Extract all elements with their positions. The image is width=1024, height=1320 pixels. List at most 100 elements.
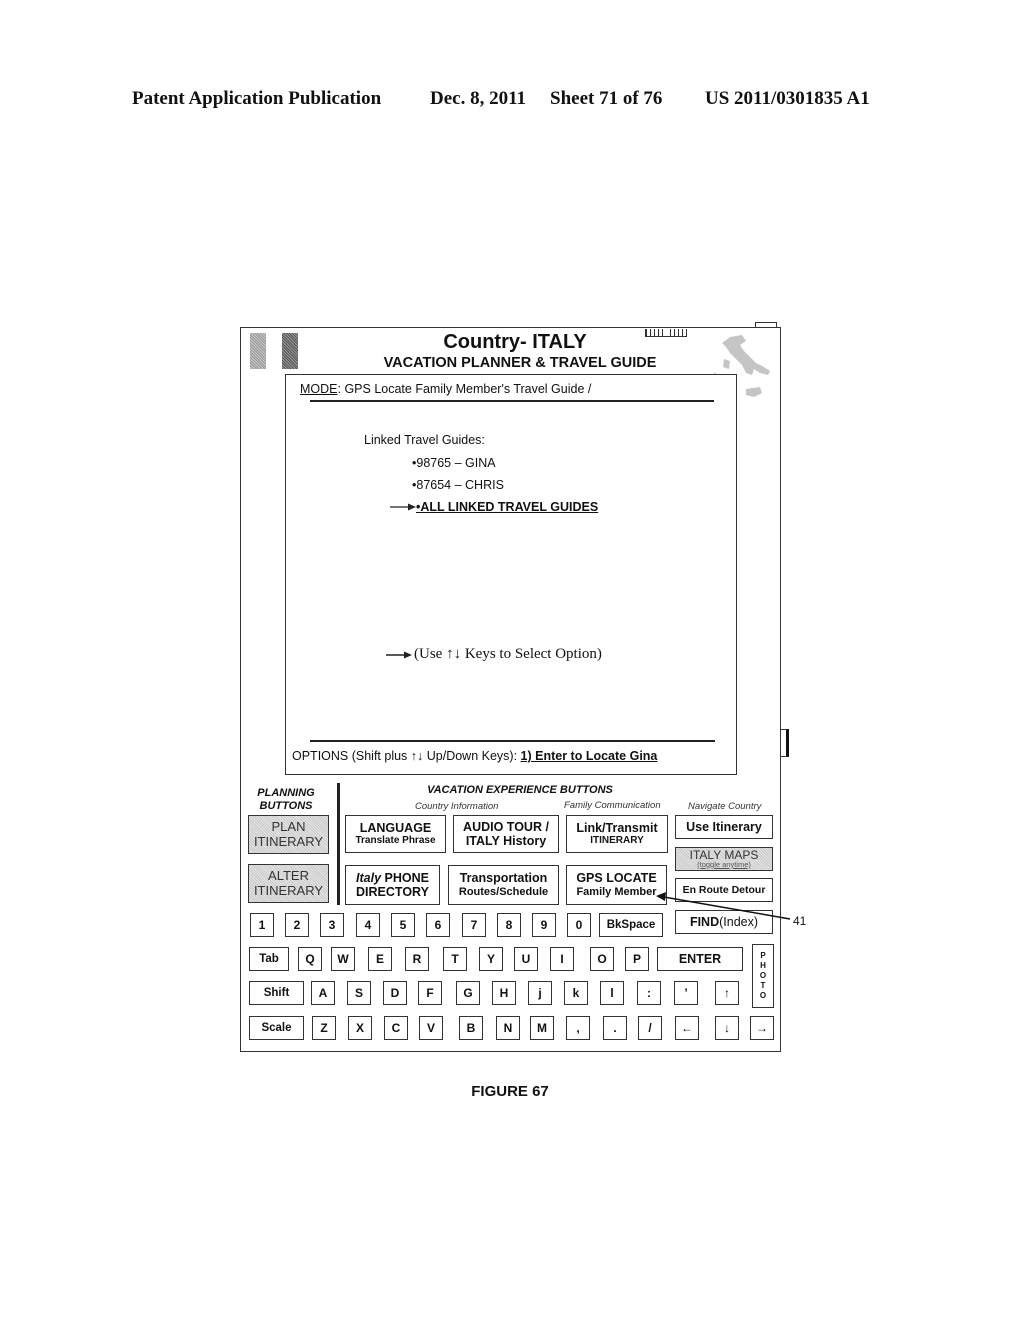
key-slash[interactable]: / <box>638 1016 662 1040</box>
key-s[interactable]: S <box>347 981 371 1005</box>
key-9[interactable]: 9 <box>532 913 556 937</box>
key-apostrophe[interactable]: ’ <box>674 981 698 1005</box>
photo-char: T <box>760 981 766 990</box>
key-6[interactable]: 6 <box>426 913 450 937</box>
key-7[interactable]: 7 <box>462 913 486 937</box>
group-label-family: Family Communication <box>564 800 661 811</box>
key-1[interactable]: 1 <box>250 913 274 937</box>
key-p[interactable]: P <box>625 947 649 971</box>
en-route-detour-button[interactable]: En Route Detour <box>675 878 773 902</box>
key-3[interactable]: 3 <box>320 913 344 937</box>
use-itinerary-button[interactable]: Use Itinerary <box>675 815 773 839</box>
sheet-number: Sheet 71 of 76 <box>550 88 663 109</box>
key-q[interactable]: Q <box>298 947 322 971</box>
selection-arrow-icon <box>390 503 416 511</box>
language-line1: LANGUAGE <box>359 821 432 836</box>
italy-flag-red-stripe <box>282 333 298 369</box>
key-f[interactable]: F <box>418 981 442 1005</box>
alter-itinerary-line2: ITINERARY <box>253 882 324 898</box>
guide-item-gina[interactable]: •98765 – GINA <box>412 456 496 470</box>
device-subtitle: VACATION PLANNER & TRAVEL GUIDE <box>383 355 657 371</box>
key-period[interactable]: . <box>603 1016 627 1040</box>
key-b[interactable]: B <box>459 1016 483 1040</box>
options-prefix: OPTIONS (Shift plus ↑↓ Up/Down Keys): <box>292 749 521 763</box>
alter-itinerary-button[interactable]: ALTER ITINERARY <box>248 864 329 903</box>
key-tab[interactable]: Tab <box>249 947 289 971</box>
maps-line1: ITALY MAPS <box>689 847 759 862</box>
key-o[interactable]: O <box>590 947 614 971</box>
publication-date: Dec. 8, 2011 <box>430 88 527 109</box>
key-n[interactable]: N <box>496 1016 520 1040</box>
key-v[interactable]: V <box>419 1016 443 1040</box>
gps-locate-button[interactable]: GPS LOCATE Family Member <box>566 865 667 905</box>
mode-label: MODE <box>300 382 338 396</box>
key-arrow-left[interactable]: ← <box>675 1016 699 1040</box>
plan-itinerary-line2: ITINERARY <box>253 833 324 849</box>
alter-itinerary-line1: ALTER <box>268 867 309 883</box>
group-label-navigate: Navigate Country <box>688 801 762 812</box>
plan-itinerary-line1: PLAN <box>271 818 306 834</box>
key-bkspace[interactable]: BkSpace <box>599 913 663 937</box>
key-shift[interactable]: Shift <box>249 981 304 1005</box>
transportation-button[interactable]: Transportation Routes/Schedule <box>448 865 559 905</box>
key-h[interactable]: H <box>492 981 516 1005</box>
key-comma[interactable]: , <box>566 1016 590 1040</box>
key-t[interactable]: T <box>443 947 467 971</box>
linked-guides-title: Linked Travel Guides: <box>364 433 485 447</box>
option-locate-gina[interactable]: 1) Enter to Locate Gina <box>521 749 658 763</box>
guide-item-chris[interactable]: •87654 – CHRIS <box>412 478 504 492</box>
key-e[interactable]: E <box>368 947 392 971</box>
key-4[interactable]: 4 <box>356 913 380 937</box>
hint-arrow-icon <box>386 651 412 658</box>
key-scale[interactable]: Scale <box>249 1016 304 1040</box>
audio-tour-button[interactable]: AUDIO TOUR / ITALY History <box>453 815 559 853</box>
key-z[interactable]: Z <box>312 1016 336 1040</box>
key-r[interactable]: R <box>405 947 429 971</box>
find-index-button[interactable]: FIND (Index) <box>675 910 773 934</box>
key-c[interactable]: C <box>384 1016 408 1040</box>
key-a[interactable]: A <box>311 981 335 1005</box>
selection-hint: (Use ↑↓ Keys to Select Option) <box>386 646 602 663</box>
key-i[interactable]: I <box>550 947 574 971</box>
key-enter[interactable]: ENTER <box>657 947 743 971</box>
mode-text: : GPS Locate Family Member's Travel Guid… <box>337 382 592 396</box>
key-l[interactable]: l <box>600 981 624 1005</box>
hint-text: (Use ↑↓ Keys to Select Option) <box>414 646 602 662</box>
key-g[interactable]: G <box>456 981 480 1005</box>
audio-tour-line2: ITALY History <box>465 834 547 848</box>
use-itinerary-label: Use Itinerary <box>686 819 762 834</box>
key-arrow-right[interactable]: → <box>750 1016 774 1040</box>
key-arrow-up[interactable]: ↑ <box>715 981 739 1005</box>
find-label-bold: FIND <box>689 914 720 929</box>
key-y[interactable]: Y <box>479 947 503 971</box>
key-5[interactable]: 5 <box>391 913 415 937</box>
phone-line2: DIRECTORY <box>356 885 429 899</box>
planning-buttons-title: PLANNING BUTTONS <box>257 787 315 812</box>
key-arrow-down[interactable]: ↓ <box>715 1016 739 1040</box>
language-button[interactable]: LANGUAGE Translate Phrase <box>345 815 446 853</box>
key-0[interactable]: 0 <box>567 913 591 937</box>
key-w[interactable]: W <box>331 947 355 971</box>
key-u[interactable]: U <box>514 947 538 971</box>
key-d[interactable]: D <box>383 981 407 1005</box>
key-colon[interactable]: : <box>637 981 661 1005</box>
key-8[interactable]: 8 <box>497 913 521 937</box>
key-k[interactable]: k <box>564 981 588 1005</box>
key-m[interactable]: M <box>530 1016 554 1040</box>
key-x[interactable]: X <box>348 1016 372 1040</box>
photo-key[interactable]: P H O T O <box>752 944 774 1008</box>
guide-item-all[interactable]: •ALL LINKED TRAVEL GUIDES <box>390 500 598 514</box>
maps-line2: (toggle anytime) <box>697 859 751 869</box>
phone-directory-button[interactable]: Italy PHONE DIRECTORY <box>345 865 440 905</box>
key-2[interactable]: 2 <box>285 913 309 937</box>
link-transmit-line1: Link/Transmit <box>576 821 658 836</box>
italy-maps-button[interactable]: ITALY MAPS (toggle anytime) <box>675 847 773 871</box>
side-switch[interactable] <box>781 729 789 757</box>
link-transmit-button[interactable]: Link/Transmit ITINERARY <box>566 815 668 853</box>
key-j[interactable]: j <box>528 981 552 1005</box>
plan-itinerary-button[interactable]: PLAN ITINERARY <box>248 815 329 854</box>
callout-number: 41 <box>793 914 807 928</box>
options-line: OPTIONS (Shift plus ↑↓ Up/Down Keys): 1)… <box>292 749 657 763</box>
photo-char: O <box>759 971 767 980</box>
options-divider <box>310 740 715 742</box>
